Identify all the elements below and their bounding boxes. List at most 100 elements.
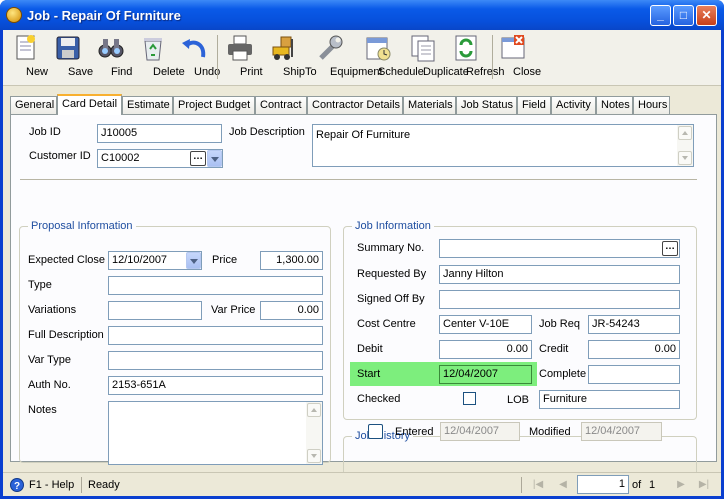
tab-estimate[interactable]: Estimate <box>122 96 173 114</box>
full-description-field[interactable] <box>108 326 323 345</box>
job-history-group: Job History <box>343 430 697 472</box>
complete-label: Complete <box>539 368 587 380</box>
start-label: Start <box>357 368 381 380</box>
expected-close-label: Expected Close <box>28 254 106 266</box>
last-record-icon[interactable]: ▶| <box>697 479 711 491</box>
requested-by-label: Requested By <box>357 268 427 280</box>
notes-label: Notes <box>28 404 57 416</box>
job-description-field[interactable]: Repair Of Furniture <box>312 124 694 167</box>
save-button[interactable]: Save <box>53 33 93 78</box>
variations-field[interactable] <box>108 301 202 320</box>
notes-field[interactable] <box>108 401 323 465</box>
type-field[interactable] <box>108 276 323 295</box>
var-type-label: Var Type <box>28 354 72 366</box>
credit-field[interactable]: 0.00 <box>588 340 680 359</box>
var-price-field[interactable]: 0.00 <box>260 301 323 320</box>
first-record-icon[interactable]: |◀ <box>531 479 545 491</box>
help-icon[interactable]: ? <box>10 478 24 492</box>
schedule-button[interactable]: Schedule <box>358 33 424 78</box>
tab-card-detail[interactable]: Card Detail <box>57 94 122 115</box>
equipment-button[interactable]: Equipment <box>308 33 383 78</box>
duplicate-button[interactable]: Duplicate <box>403 33 469 78</box>
checked-checkbox[interactable] <box>463 392 476 405</box>
job-description-scrollbar[interactable] <box>677 125 693 166</box>
record-number-field[interactable]: 1 <box>577 475 629 494</box>
price-field[interactable]: 1,300.00 <box>260 251 323 270</box>
scroll-up-icon[interactable] <box>678 126 692 140</box>
maximize-button[interactable]: □ <box>673 5 694 26</box>
print-button[interactable]: Print <box>225 33 263 78</box>
header-divider <box>20 179 697 180</box>
help-text[interactable]: F1 - Help <box>29 479 74 491</box>
toolbar-separator <box>217 35 218 79</box>
job-id-label: Job ID <box>29 126 61 138</box>
requested-by-field[interactable]: Janny Hilton <box>439 265 680 284</box>
card-detail-panel: Job ID J10005 Job Description Repair Of … <box>10 114 717 472</box>
close-window-button[interactable]: ✕ <box>696 5 717 26</box>
start-field[interactable]: 12/04/2007 <box>439 365 532 384</box>
credit-label: Credit <box>539 343 569 355</box>
lob-field[interactable]: Furniture <box>539 390 680 409</box>
undo-button[interactable]: Undo <box>179 33 220 78</box>
expected-close-dropdown-icon[interactable] <box>186 252 201 269</box>
window-title: Job - Repair Of Furniture <box>27 8 181 23</box>
tab-notes[interactable]: Notes <box>596 96 633 114</box>
auth-no-field[interactable]: 2153-651A <box>108 376 323 395</box>
entered-field: 12/04/2007 <box>440 422 520 441</box>
toolbar: New Save Find Delete Undo Print ShipTo E… <box>3 30 721 86</box>
refresh-icon <box>455 35 477 61</box>
debit-field[interactable]: 0.00 <box>439 340 532 359</box>
next-record-icon[interactable]: ▶ <box>674 479 688 491</box>
expected-close-value: 12/10/2007 <box>112 254 168 266</box>
tab-contractor-details[interactable]: Contractor Details <box>307 96 403 114</box>
new-button[interactable]: New <box>11 33 48 78</box>
cost-centre-field[interactable]: Center V-10E <box>439 315 532 334</box>
customer-id-value: C10002 <box>101 152 140 164</box>
notes-scrollbar[interactable] <box>306 402 322 464</box>
status-bar: ? F1 - Help Ready |◀ ◀ 1 of 1 ▶ ▶| <box>3 472 721 496</box>
customer-id-label: Customer ID <box>29 150 91 162</box>
complete-field[interactable] <box>588 365 680 384</box>
full-description-label: Full Description <box>28 329 104 341</box>
job-information-title: Job Information <box>352 220 434 232</box>
job-req-field[interactable]: JR-54243 <box>588 315 680 334</box>
customer-lookup-button[interactable]: … <box>190 151 206 166</box>
scroll-down-icon[interactable] <box>678 151 692 165</box>
tab-activity[interactable]: Activity <box>551 96 596 114</box>
tab-hours[interactable]: Hours <box>633 96 670 114</box>
debit-label: Debit <box>357 343 383 355</box>
shipto-button[interactable]: ShipTo <box>266 33 317 78</box>
job-history-checkbox[interactable] <box>368 424 383 439</box>
tab-general[interactable]: General <box>10 96 57 114</box>
customer-dropdown-icon[interactable] <box>207 150 222 167</box>
var-price-label: Var Price <box>211 304 256 316</box>
signed-off-by-field[interactable] <box>439 290 680 309</box>
tab-job-status[interactable]: Job Status <box>456 96 517 114</box>
client-area: New Save Find Delete Undo Print ShipTo E… <box>3 30 721 496</box>
tab-materials[interactable]: Materials <box>403 96 456 114</box>
binoculars-icon <box>98 39 124 58</box>
scroll-down-icon[interactable] <box>307 449 321 463</box>
tab-project-budget[interactable]: Project Budget <box>173 96 255 114</box>
title-bar[interactable]: Job - Repair Of Furniture _ □ ✕ <box>0 0 724 30</box>
delete-button[interactable]: Delete <box>136 33 185 78</box>
of-label: of <box>632 479 642 491</box>
type-label: Type <box>28 279 52 291</box>
scroll-up-icon[interactable] <box>307 403 321 417</box>
auth-no-label: Auth No. <box>28 379 71 391</box>
var-type-field[interactable] <box>108 351 323 370</box>
job-id-field[interactable]: J10005 <box>97 124 222 143</box>
tab-field[interactable]: Field <box>517 96 551 114</box>
signed-off-by-label: Signed Off By <box>357 293 425 305</box>
tab-contract[interactable]: Contract <box>255 96 307 114</box>
wrench-icon <box>319 35 343 60</box>
summary-no-field[interactable] <box>439 239 680 258</box>
new-document-icon <box>16 35 35 60</box>
previous-record-icon[interactable]: ◀ <box>556 479 570 491</box>
refresh-button[interactable]: Refresh <box>448 33 505 78</box>
find-button[interactable]: Find <box>93 33 132 78</box>
minimize-button[interactable]: _ <box>650 5 671 26</box>
summary-lookup-button[interactable]: … <box>662 241 678 256</box>
close-button[interactable]: Close <box>498 33 541 78</box>
status-separator <box>81 477 82 493</box>
